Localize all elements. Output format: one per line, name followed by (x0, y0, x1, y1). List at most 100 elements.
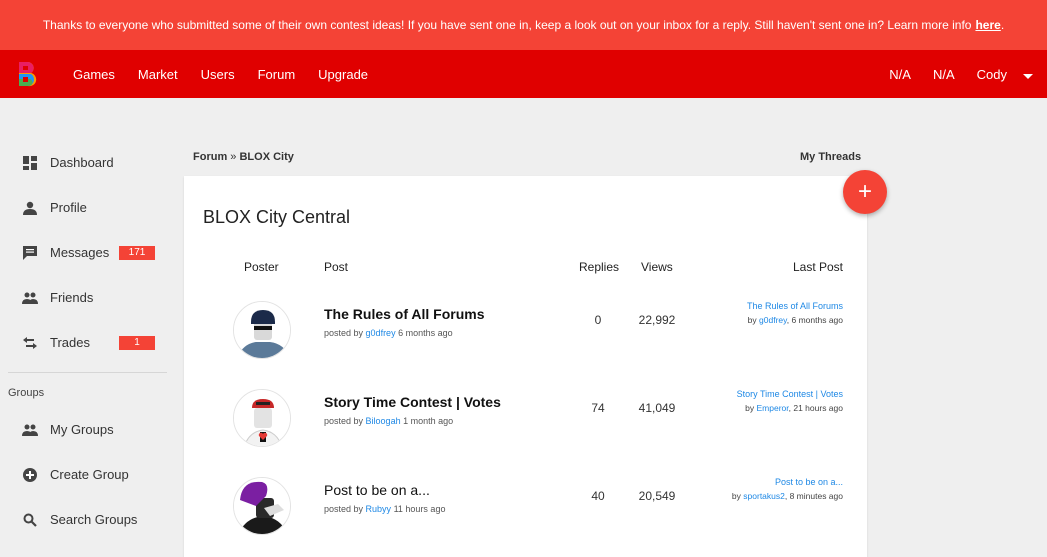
column-header-replies: Replies (579, 260, 620, 274)
sidebar-item-my-groups[interactable]: My Groups (0, 407, 167, 452)
people-icon (22, 290, 38, 306)
sidebar-item-label: Profile (50, 200, 87, 215)
sidebar: Dashboard Profile Messages 171 Friends T… (0, 140, 167, 542)
sidebar-item-messages[interactable]: Messages 171 (0, 230, 167, 275)
last-post-link[interactable]: Story Time Contest | Votes (737, 389, 843, 399)
last-post-author-link[interactable]: Emperor (757, 403, 789, 413)
poster-avatar[interactable] (233, 389, 291, 447)
currency-2[interactable]: N/A (933, 67, 955, 82)
sidebar-item-label: Trades (50, 335, 90, 350)
nav-games[interactable]: Games (73, 67, 115, 82)
person-icon (22, 200, 38, 216)
my-threads-link[interactable]: My Threads (800, 151, 861, 163)
forum-card: BLOX City Central Poster Post Replies Vi… (184, 176, 867, 557)
last-post-link[interactable]: Post to be on a... (775, 477, 843, 487)
thread-meta: posted by Biloogah 1 month ago (324, 416, 453, 426)
people-icon (22, 422, 38, 438)
banner-link[interactable]: here (975, 18, 1000, 32)
swap-icon (22, 335, 38, 351)
sidebar-item-label: Create Group (50, 467, 129, 482)
thread-author-link[interactable]: Rubyy (366, 504, 392, 514)
thread-title[interactable]: The Rules of All Forums (324, 306, 485, 322)
last-by-prefix: by (731, 491, 741, 501)
thread-meta: posted by g0dfrey 6 months ago (324, 328, 453, 338)
sidebar-item-dashboard[interactable]: Dashboard (0, 140, 167, 185)
last-post-meta: by Emperor, 21 hours ago (745, 403, 843, 413)
add-circle-icon (22, 467, 38, 483)
thread-row: The Rules of All Forums posted by g0dfre… (184, 301, 867, 389)
logo-icon[interactable] (16, 61, 38, 87)
breadcrumb: Forum » BLOX City (193, 151, 294, 163)
thread-row: Story Time Contest | Votes posted by Bil… (184, 389, 867, 477)
last-post-age: , 21 hours ago (788, 403, 843, 413)
nav-users[interactable]: Users (201, 67, 235, 82)
sidebar-item-create-group[interactable]: Create Group (0, 452, 167, 497)
thread-author-link[interactable]: Biloogah (366, 416, 401, 426)
last-post-age: , 6 months ago (786, 315, 843, 325)
search-icon (22, 512, 38, 528)
messages-count-badge: 171 (119, 245, 155, 260)
thread-age: 11 hours ago (393, 504, 446, 514)
last-post-age: , 8 minutes ago (784, 491, 843, 501)
sidebar-item-friends[interactable]: Friends (0, 275, 167, 320)
poster-avatar[interactable] (233, 301, 291, 359)
thread-age: 6 months ago (398, 328, 453, 338)
breadcrumb-separator: » (230, 151, 237, 163)
thread-views: 20,549 (638, 489, 676, 503)
sidebar-item-search-groups[interactable]: Search Groups (0, 497, 167, 542)
currency-1[interactable]: N/A (889, 67, 911, 82)
sidebar-item-label: Search Groups (50, 512, 138, 527)
dashboard-icon (22, 155, 38, 171)
banner-trailing: . (1000, 18, 1005, 32)
top-navbar: Games Market Users Forum Upgrade N/A N/A… (0, 50, 1047, 98)
message-icon (22, 245, 38, 261)
trades-count-badge: 1 (119, 335, 155, 350)
announcement-banner: Thanks to everyone who submitted some of… (0, 0, 1047, 50)
thread-replies: 0 (594, 313, 602, 327)
last-post-meta: by sportakus2, 8 minutes ago (732, 491, 843, 501)
thread-author-link[interactable]: g0dfrey (366, 328, 396, 338)
last-by-prefix: by (747, 315, 757, 325)
thread-age: 1 month ago (403, 416, 454, 426)
sidebar-item-label: Messages (50, 245, 110, 260)
sidebar-item-trades[interactable]: Trades 1 (0, 320, 167, 365)
column-header-views: Views (641, 260, 673, 274)
sidebar-item-label: My Groups (50, 422, 114, 437)
username[interactable]: Cody (977, 67, 1007, 82)
chevron-down-icon[interactable] (1023, 73, 1033, 79)
nav-market[interactable]: Market (138, 67, 178, 82)
poster-avatar[interactable] (233, 477, 291, 535)
breadcrumb-root[interactable]: Forum (193, 151, 227, 163)
thread-views: 22,992 (638, 313, 676, 327)
last-post-author-link[interactable]: g0dfrey (759, 315, 787, 325)
thread-replies: 74 (591, 401, 605, 415)
last-post-link[interactable]: The Rules of All Forums (747, 301, 843, 311)
thread-title[interactable]: Post to be on a... (324, 482, 430, 498)
nav-upgrade[interactable]: Upgrade (318, 67, 368, 82)
posted-by-prefix: posted by (324, 416, 364, 426)
thread-row: Post to be on a... posted by Rubyy 11 ho… (184, 477, 867, 557)
thread-replies: 40 (591, 489, 605, 503)
posted-by-prefix: posted by (324, 504, 364, 514)
breadcrumb-current[interactable]: BLOX City (239, 151, 293, 163)
thread-views: 41,049 (638, 401, 676, 415)
column-header-post: Post (324, 260, 349, 274)
sidebar-item-label: Dashboard (50, 155, 114, 170)
last-post-author-link[interactable]: sportakus2 (743, 491, 785, 501)
column-header-last-post: Last Post (792, 260, 843, 274)
last-post-meta: by g0dfrey, 6 months ago (748, 315, 843, 325)
new-thread-button[interactable]: + (843, 170, 887, 214)
nav-right-group: N/A N/A Cody (867, 50, 1033, 98)
posted-by-prefix: posted by (324, 328, 364, 338)
column-header-poster: Poster (244, 260, 279, 274)
banner-text: Thanks to everyone who submitted some of… (42, 18, 972, 32)
thread-title[interactable]: Story Time Contest | Votes (324, 394, 501, 410)
sidebar-divider (8, 372, 167, 373)
sidebar-item-label: Friends (50, 290, 94, 305)
last-by-prefix: by (745, 403, 755, 413)
sidebar-item-profile[interactable]: Profile (0, 185, 167, 230)
nav-forum[interactable]: Forum (258, 67, 296, 82)
thread-meta: posted by Rubyy 11 hours ago (324, 504, 445, 514)
forum-title: BLOX City Central (203, 207, 351, 227)
groups-heading: Groups (8, 387, 45, 399)
